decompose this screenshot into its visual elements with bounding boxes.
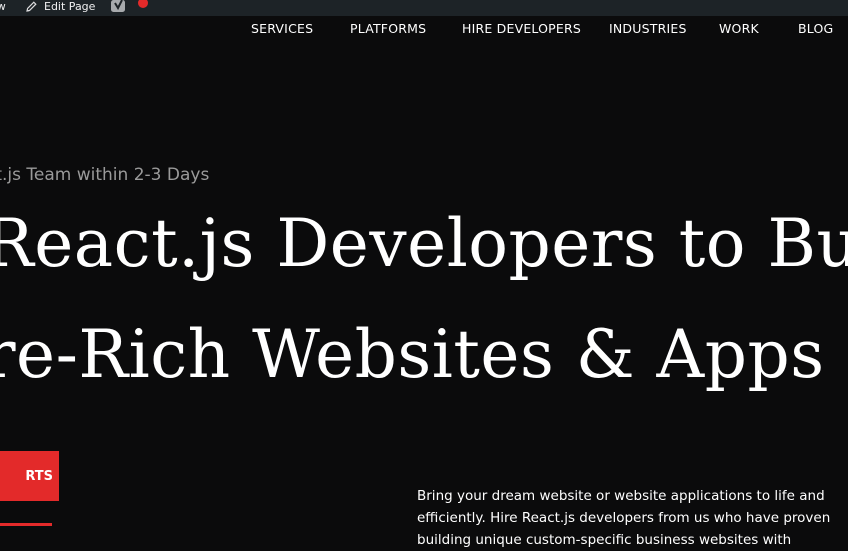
pencil-icon <box>26 0 37 12</box>
wp-admin-bar: ew Edit Page <box>0 0 848 16</box>
hero-headline-line-1: React.js Developers to Bui <box>0 205 848 282</box>
hero-subtitle: ct.js Team within 2-3 Days <box>0 165 210 185</box>
hire-experts-button[interactable]: RTS <box>0 451 59 501</box>
seo-status-dot <box>138 0 148 8</box>
nav-item-industries[interactable]: INDUSTRIES <box>609 21 687 36</box>
hero-description: Bring your dream website or website appl… <box>417 485 848 551</box>
hero-description-line: efficiently. Hire React.js developers fr… <box>417 510 831 526</box>
nav-item-platforms[interactable]: PLATFORMS <box>350 21 426 36</box>
hire-experts-button-label: RTS <box>25 468 53 484</box>
nav-item-hire-developers[interactable]: HIRE DEVELOPERS <box>462 21 581 36</box>
nav-item-work[interactable]: WORK <box>719 21 759 36</box>
cta-underline <box>0 523 52 526</box>
nav-item-services[interactable]: SERVICES <box>251 21 313 36</box>
admin-bar-view-link[interactable]: ew <box>0 0 6 14</box>
hero-headline-line-2: re-Rich Websites & Apps <box>0 316 825 393</box>
admin-bar-edit-page-link[interactable]: Edit Page <box>25 0 95 14</box>
nav-item-blog[interactable]: BLOG <box>798 21 833 36</box>
yoast-seo-menu[interactable] <box>110 0 128 14</box>
hero-description-line: building unique custom-specific business… <box>417 532 792 548</box>
admin-bar-view-label: ew <box>0 0 6 13</box>
admin-bar-edit-page-label: Edit Page <box>44 0 96 13</box>
yoast-icon <box>111 0 125 12</box>
main-navigation: SERVICES PLATFORMS HIRE DEVELOPERS INDUS… <box>0 16 848 42</box>
hero-description-line: Bring your dream website or website appl… <box>417 488 825 504</box>
